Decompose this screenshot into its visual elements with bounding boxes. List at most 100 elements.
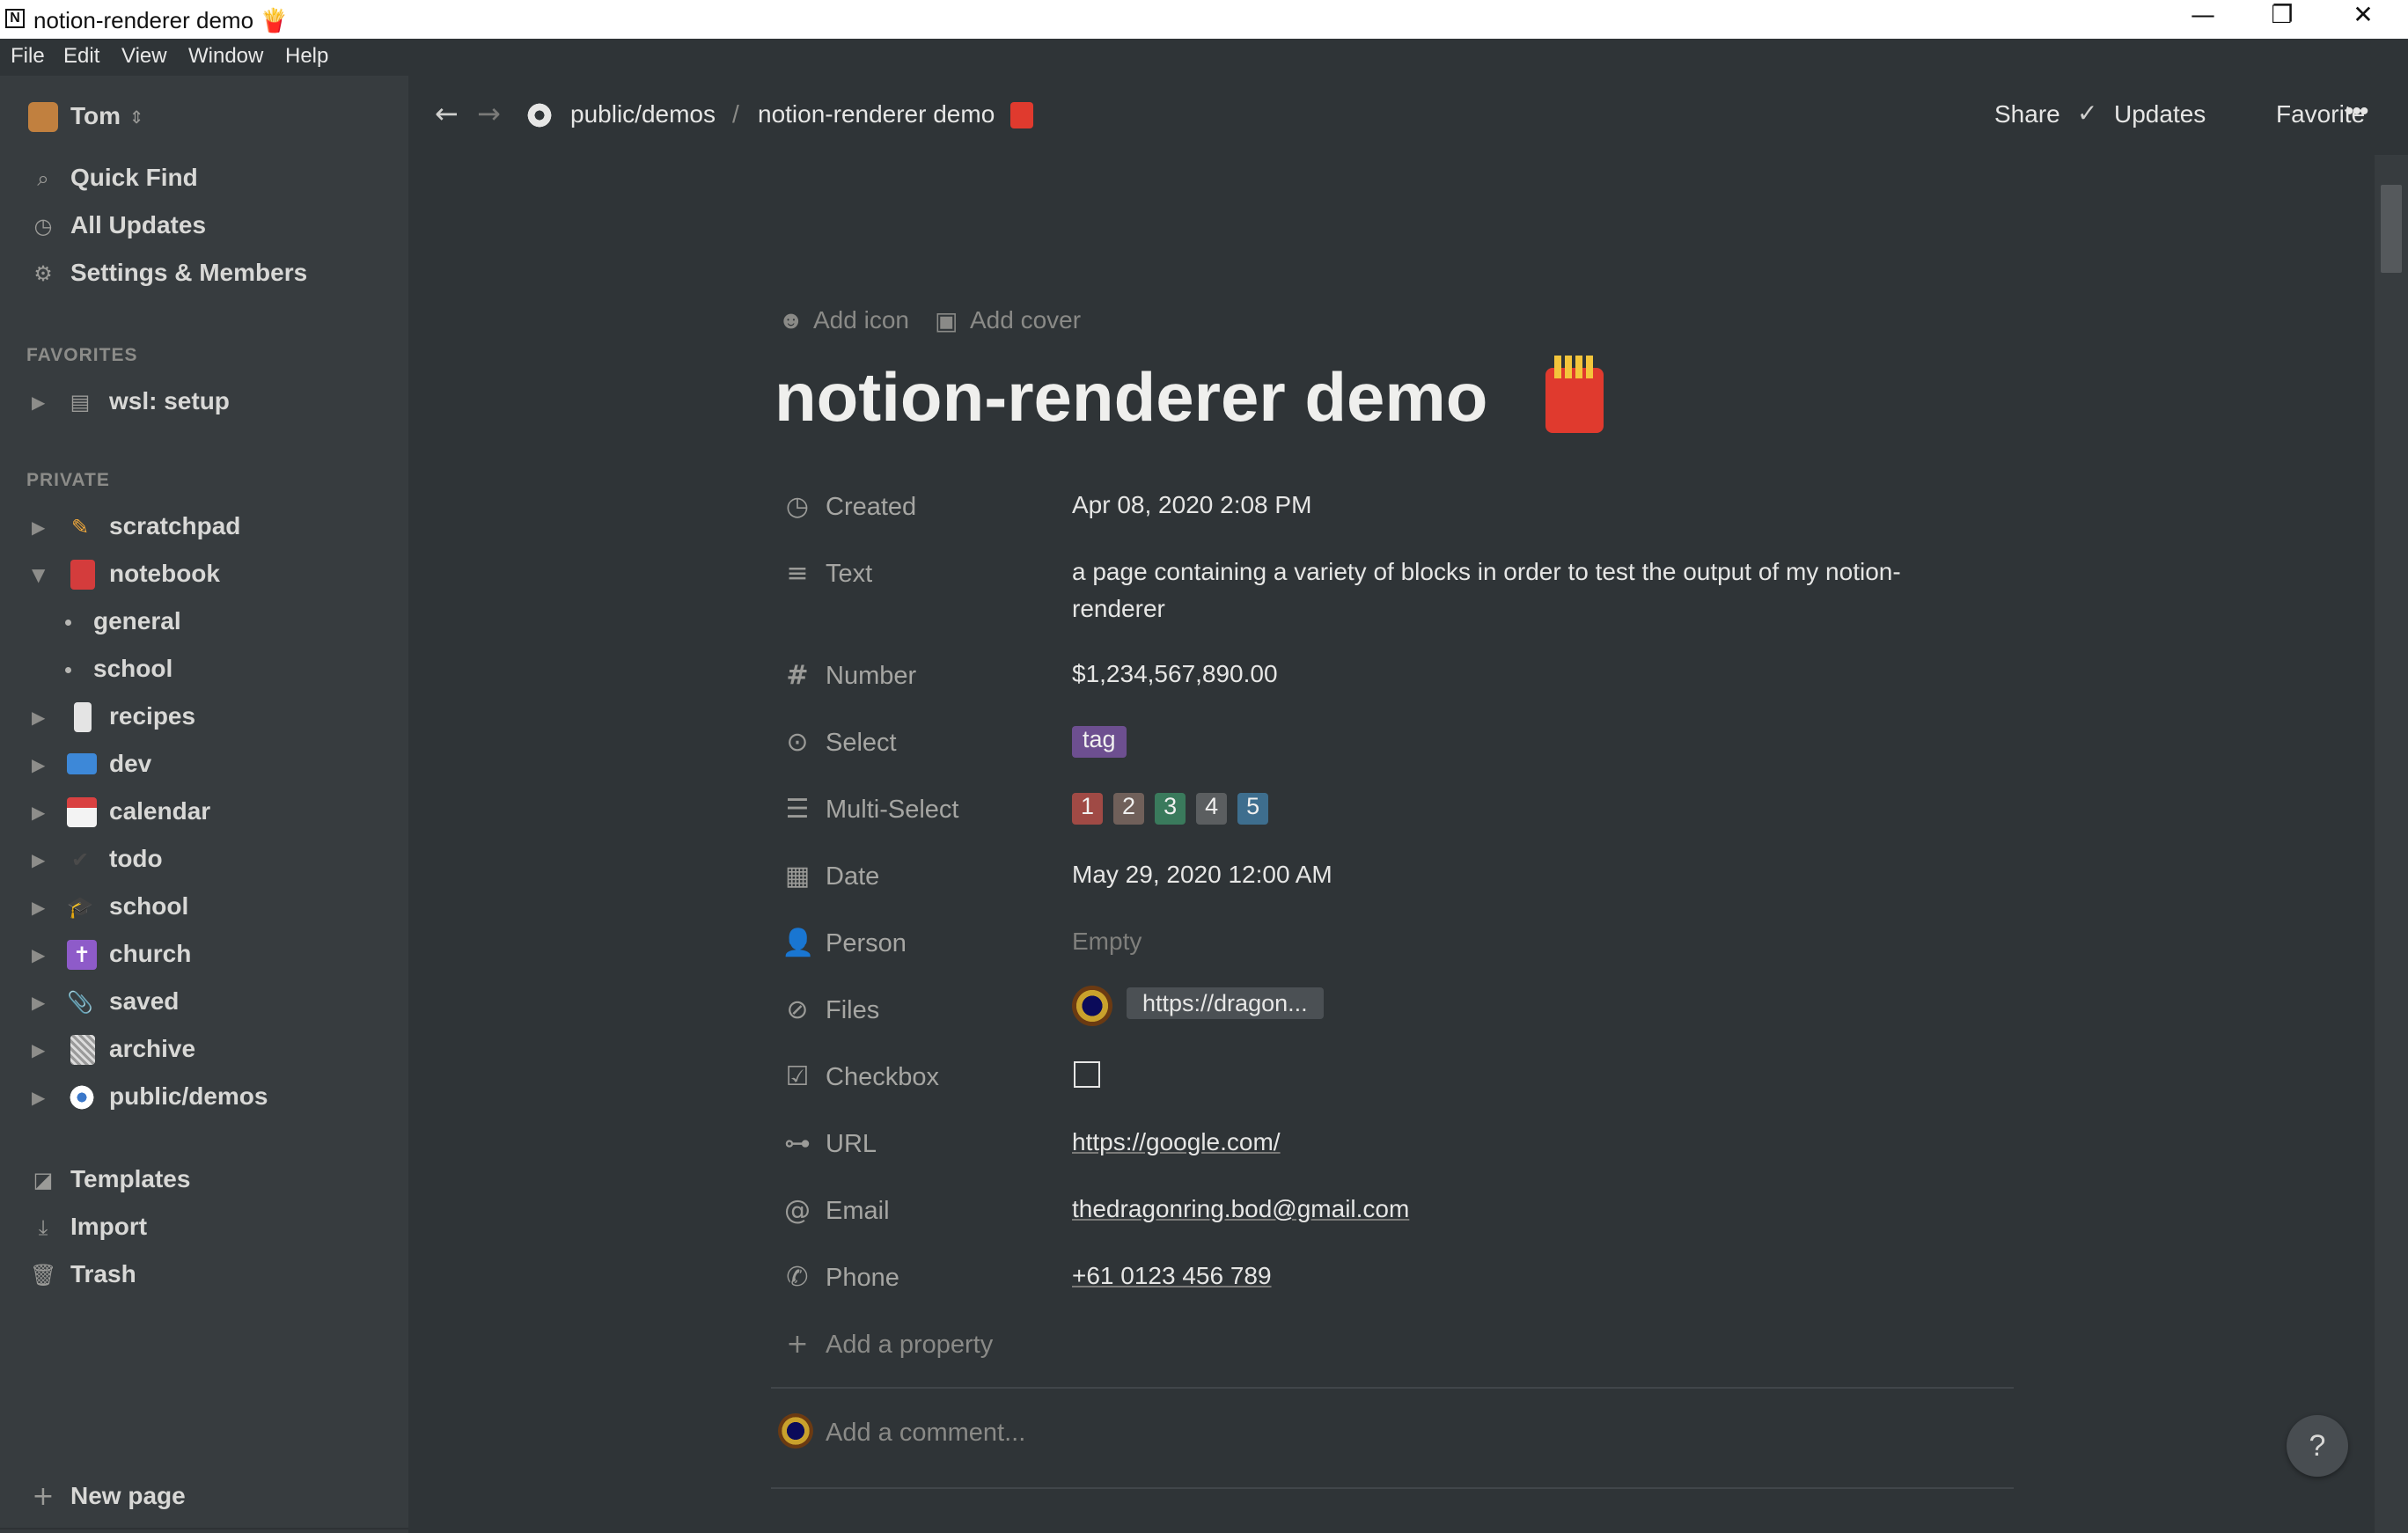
breadcrumb-current[interactable]: notion-renderer demo xyxy=(758,100,995,128)
back-arrow-icon[interactable]: ← xyxy=(435,97,459,130)
file-link-chip[interactable]: https://dragon... xyxy=(1127,987,1324,1019)
help-button[interactable]: ? xyxy=(2287,1415,2348,1477)
sidebar-item-all-updates[interactable]: ◷ All Updates xyxy=(0,204,408,246)
checkbox-input[interactable] xyxy=(1074,1061,1100,1088)
restore-button[interactable]: ❐ xyxy=(2243,0,2322,39)
expand-arrow-icon[interactable]: ▶ xyxy=(32,942,45,968)
expand-arrow-icon[interactable]: ▶ xyxy=(32,389,45,415)
property-url[interactable]: ⊶ URL https://google.com/ xyxy=(775,1128,2024,1181)
sidebar-item-quick-find[interactable]: ⌕ Quick Find xyxy=(0,157,408,199)
expand-arrow-icon[interactable]: ▶ xyxy=(32,799,45,825)
sidebar-item-archive[interactable]: ▶ archive xyxy=(0,1028,408,1070)
comment-input[interactable]: Add a comment... xyxy=(826,1419,1025,1448)
add-icon-button[interactable]: Add icon xyxy=(813,306,909,334)
book-emoji-icon xyxy=(70,560,95,590)
eye-icon xyxy=(525,100,554,130)
sidebar-item-todo[interactable]: ▶ ✔ todo xyxy=(0,838,408,880)
share-button[interactable]: Share xyxy=(1994,100,2060,128)
multi-select-tag[interactable]: 4 xyxy=(1196,793,1228,825)
add-property-button[interactable]: + Add a property xyxy=(775,1329,2024,1382)
property-files[interactable]: ⊘ Files https://dragon... xyxy=(775,986,2024,1047)
sidebar-item-import[interactable]: ⤓ Import xyxy=(0,1206,408,1248)
multi-select-tag[interactable]: 1 xyxy=(1072,793,1104,825)
property-name: Person xyxy=(826,929,907,957)
updates-button[interactable]: Updates xyxy=(2114,100,2206,128)
sidebar-item-settings[interactable]: ⚙ Settings & Members xyxy=(0,252,408,294)
multi-select-tag[interactable]: 5 xyxy=(1237,793,1269,825)
expand-arrow-icon[interactable]: ▶ xyxy=(32,894,45,921)
page-title[interactable]: notion-renderer demo xyxy=(775,357,1487,437)
menu-file[interactable]: File xyxy=(11,44,45,69)
multi-select-tag[interactable]: 3 xyxy=(1155,793,1186,825)
bullet-icon xyxy=(65,667,71,673)
pencil-emoji-icon: ✎ xyxy=(70,515,90,539)
at-icon: @ xyxy=(784,1195,811,1226)
sidebar-item-school[interactable]: ▶ 🎓 school xyxy=(0,885,408,928)
minimize-button[interactable]: — xyxy=(2163,0,2243,39)
breadcrumb-parent[interactable]: public/demos xyxy=(570,100,716,128)
properties-divider xyxy=(771,1387,2014,1389)
sidebar-item-saved[interactable]: ▶ 📎 saved xyxy=(0,980,408,1023)
menu-edit[interactable]: Edit xyxy=(63,44,99,69)
calendar-emoji-icon xyxy=(67,797,97,827)
property-checkbox[interactable]: ☑ Checkbox xyxy=(775,1061,2024,1114)
scrollbar-track[interactable] xyxy=(2375,155,2408,1533)
sidebar-item-notebook[interactable]: ▼ notebook xyxy=(0,553,408,595)
comment-box[interactable]: Add a comment... xyxy=(775,1413,2024,1470)
select-icon: ⊙ xyxy=(786,727,809,758)
multi-select-tag[interactable]: 2 xyxy=(1113,793,1145,825)
sidebar-item-trash[interactable]: 🗑 Trash xyxy=(0,1253,408,1295)
scrollbar-thumb[interactable] xyxy=(2381,185,2402,273)
new-page-button[interactable]: + New page xyxy=(0,1475,408,1517)
sidebar-item-church[interactable]: ▶ ✝ church xyxy=(0,933,408,975)
search-icon: ⌕ xyxy=(37,166,49,191)
expand-arrow-icon[interactable]: ▶ xyxy=(32,847,45,873)
menu-window[interactable]: Window xyxy=(188,44,263,69)
french-fries-emoji-icon[interactable] xyxy=(1545,356,1604,433)
property-phone[interactable]: ✆ Phone +61 0123 456 789 xyxy=(775,1262,2024,1315)
property-multi-select[interactable]: ☰ Multi-Select 12345 xyxy=(775,793,2024,847)
sidebar-item-templates[interactable]: ◪ Templates xyxy=(0,1158,408,1200)
sidebar-item-public-demos[interactable]: ▶ public/demos xyxy=(0,1075,408,1118)
property-select[interactable]: ⊙ Select tag xyxy=(775,726,2024,780)
image-icon: ▣ xyxy=(935,307,958,334)
sidebar-item-label: Import xyxy=(70,1213,148,1240)
expand-arrow-icon[interactable]: ▶ xyxy=(32,1037,45,1063)
favorites-heading: FAVORITES xyxy=(26,345,138,365)
page-topbar: ← → public/demos / notion-renderer demo … xyxy=(408,76,2408,155)
sidebar-item-scratchpad[interactable]: ▶ ✎ scratchpad xyxy=(0,505,408,547)
url-link[interactable]: https://google.com/ xyxy=(1072,1128,1281,1156)
close-button[interactable]: ✕ xyxy=(2324,0,2403,39)
property-created[interactable]: ◷ Created Apr 08, 2020 2:08 PM xyxy=(775,491,2024,544)
sidebar-item-recipes[interactable]: ▶ recipes xyxy=(0,695,408,737)
expand-arrow-icon[interactable]: ▶ xyxy=(32,704,45,730)
sidebar-item-general[interactable]: general xyxy=(0,600,408,642)
sidebar-item-dev[interactable]: ▶ dev xyxy=(0,743,408,785)
sidebar-item-wsl-setup[interactable]: ▶ ▤ wsl: setup xyxy=(0,380,408,422)
file-thumbnail-image[interactable] xyxy=(1072,986,1112,1026)
phone-link[interactable]: +61 0123 456 789 xyxy=(1072,1262,1272,1290)
sidebar-item-calendar[interactable]: ▶ calendar xyxy=(0,790,408,833)
select-tag[interactable]: tag xyxy=(1072,726,1127,758)
property-number[interactable]: # Number $1,234,567,890.00 xyxy=(775,660,2024,713)
property-text[interactable]: ≡ Text a page containing a variety of bl… xyxy=(775,558,2024,632)
expand-arrow-icon[interactable]: ▶ xyxy=(32,1084,45,1111)
menu-view[interactable]: View xyxy=(121,44,167,69)
more-options-icon[interactable]: ••• xyxy=(2345,97,2368,127)
expand-arrow-icon[interactable]: ▶ xyxy=(32,514,45,540)
menu-help[interactable]: Help xyxy=(285,44,328,69)
workspace-switcher[interactable]: Tom ⇕ xyxy=(0,95,408,137)
property-email[interactable]: @ Email thedragonring.bod@gmail.com xyxy=(775,1195,2024,1248)
forward-arrow-icon[interactable]: → xyxy=(477,97,501,130)
expand-arrow-icon[interactable]: ▶ xyxy=(32,752,45,778)
property-date[interactable]: ▦ Date May 29, 2020 12:00 AM xyxy=(775,861,2024,913)
property-person[interactable]: 👤 Person Empty xyxy=(775,928,2024,980)
collapse-arrow-icon[interactable]: ▼ xyxy=(32,561,45,588)
add-cover-button[interactable]: Add cover xyxy=(970,306,1081,334)
sidebar-item-label: todo xyxy=(109,845,163,872)
email-link[interactable]: thedragonring.bod@gmail.com xyxy=(1072,1195,1409,1223)
sidebar-item-school-child[interactable]: school xyxy=(0,648,408,690)
link-icon: ⊶ xyxy=(784,1128,811,1159)
expand-arrow-icon[interactable]: ▶ xyxy=(32,989,45,1016)
property-name: Date xyxy=(826,862,880,891)
